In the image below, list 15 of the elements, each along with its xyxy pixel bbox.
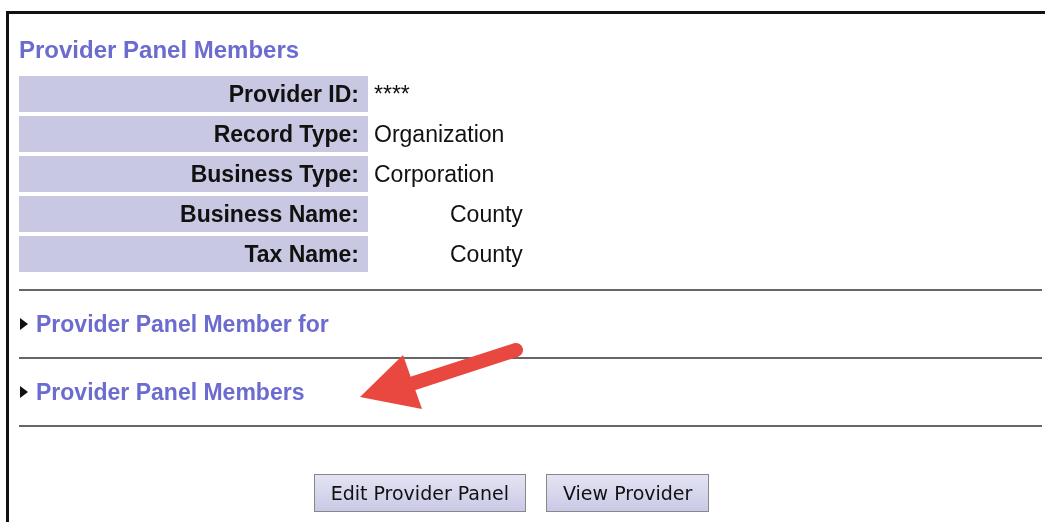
action-button[interactable]: View Provider	[546, 474, 710, 512]
field-label: Business Type:	[19, 156, 368, 192]
field-label: Business Name:	[19, 196, 368, 232]
field-label: Record Type:	[19, 116, 368, 152]
field-value: County	[449, 240, 523, 268]
section-link[interactable]: Provider Panel Members	[36, 378, 305, 406]
field-value: Organization	[374, 120, 505, 148]
section-link[interactable]: Provider Panel Member for	[36, 310, 329, 338]
field-label: Tax Name:	[19, 236, 368, 272]
field-value: ****	[374, 80, 410, 108]
page-title: Provider Panel Members	[19, 36, 300, 64]
field-value: County	[449, 200, 523, 228]
action-button[interactable]: Edit Provider Panel	[313, 474, 526, 512]
field-value: Corporation	[374, 160, 495, 188]
field-label: Provider ID:	[19, 76, 368, 112]
